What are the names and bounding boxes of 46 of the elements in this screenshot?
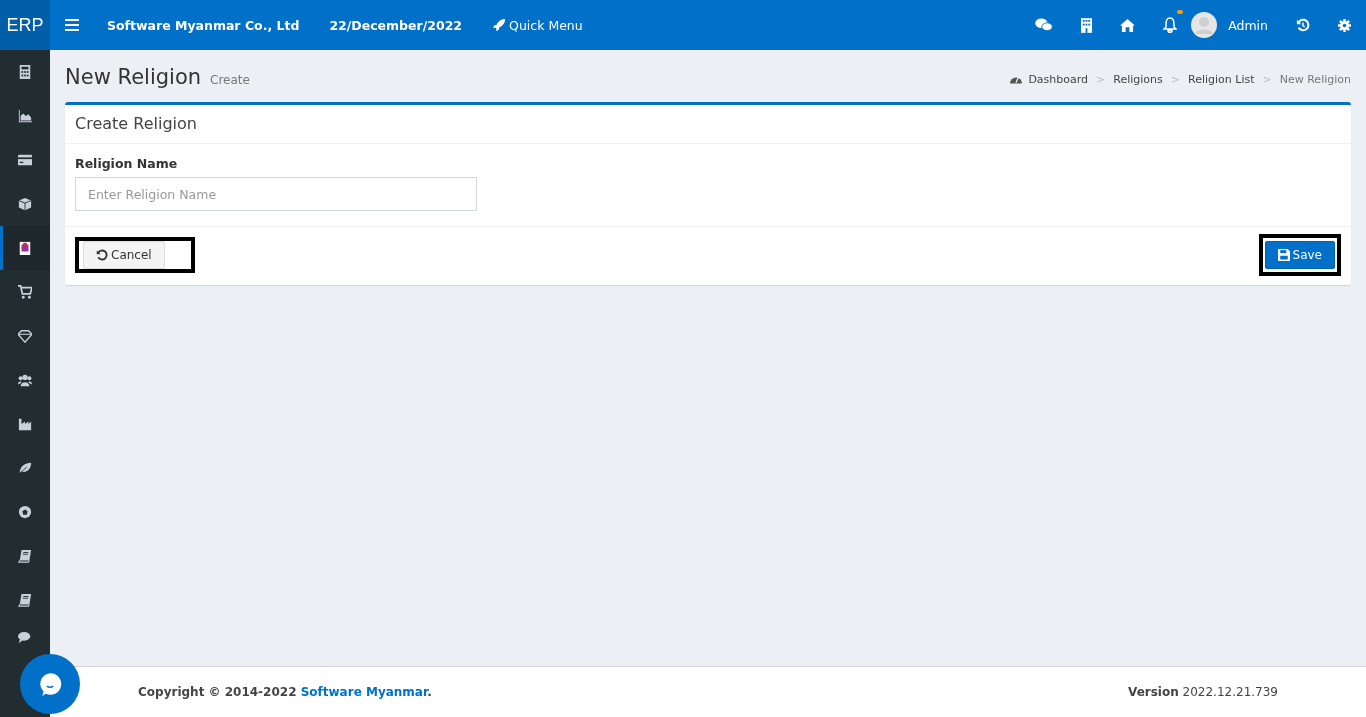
field-label: Religion Name xyxy=(75,156,179,171)
breadcrumb-current: New Religion xyxy=(1279,72,1351,86)
factory-icon xyxy=(18,417,32,431)
card-title: Create Religion xyxy=(75,114,197,133)
building-icon[interactable] xyxy=(1081,17,1093,33)
calculator-icon xyxy=(18,65,32,79)
copyright-text: Copyright © 2014-2022 Software Myanmar. xyxy=(138,685,432,699)
breadcrumb-link[interactable]: Religion List xyxy=(1188,72,1255,86)
book-icon xyxy=(18,593,32,607)
breadcrumb-separator: > xyxy=(1169,72,1181,86)
breadcrumb-link[interactable]: Dashboard xyxy=(1028,72,1089,86)
page-title: New Religion xyxy=(65,65,202,89)
undo-icon xyxy=(96,249,108,261)
bell-icon[interactable] xyxy=(1163,17,1178,33)
current-date: 22/December/2022 xyxy=(329,17,463,33)
company-link[interactable]: Software Myanmar xyxy=(300,685,428,699)
leaf-icon xyxy=(18,461,32,475)
area-chart-icon xyxy=(18,109,32,123)
credit-card-icon xyxy=(18,153,32,167)
save-button[interactable]: Save xyxy=(1264,241,1335,269)
cart-icon xyxy=(18,285,32,299)
breadcrumb-separator: > xyxy=(1095,72,1107,86)
history-icon[interactable] xyxy=(1296,18,1310,32)
breadcrumb-separator: > xyxy=(1261,72,1273,86)
page-subtitle: Create xyxy=(210,73,250,87)
settings-icon[interactable] xyxy=(1338,18,1351,32)
company-name: Software Myanmar Co., Ltd xyxy=(107,17,300,33)
cancel-button[interactable]: Cancel xyxy=(83,241,165,269)
erp-logo[interactable]: ERP xyxy=(0,0,50,50)
users-icon xyxy=(18,373,32,387)
home-icon[interactable] xyxy=(1120,18,1136,32)
version-text: Version 2022.12.21.739 xyxy=(1128,685,1278,699)
chat-bubble-icon xyxy=(37,671,63,697)
cube-icon xyxy=(18,197,32,211)
comments-icon xyxy=(18,631,32,645)
religion-name-field[interactable]: Enter Religion Name xyxy=(75,177,477,211)
diamond-icon xyxy=(18,329,32,343)
chat-icon[interactable] xyxy=(1035,18,1054,32)
menu-icon[interactable] xyxy=(65,19,79,31)
book-icon xyxy=(18,549,32,563)
quick-menu-link[interactable]: Quick Menu xyxy=(492,17,583,33)
breadcrumb-link[interactable]: Religions xyxy=(1113,72,1163,86)
user-name[interactable]: Admin xyxy=(1228,17,1268,33)
sidebar-item[interactable] xyxy=(0,226,50,270)
avatar-icon[interactable] xyxy=(1191,12,1218,38)
rocket-icon xyxy=(492,18,507,32)
